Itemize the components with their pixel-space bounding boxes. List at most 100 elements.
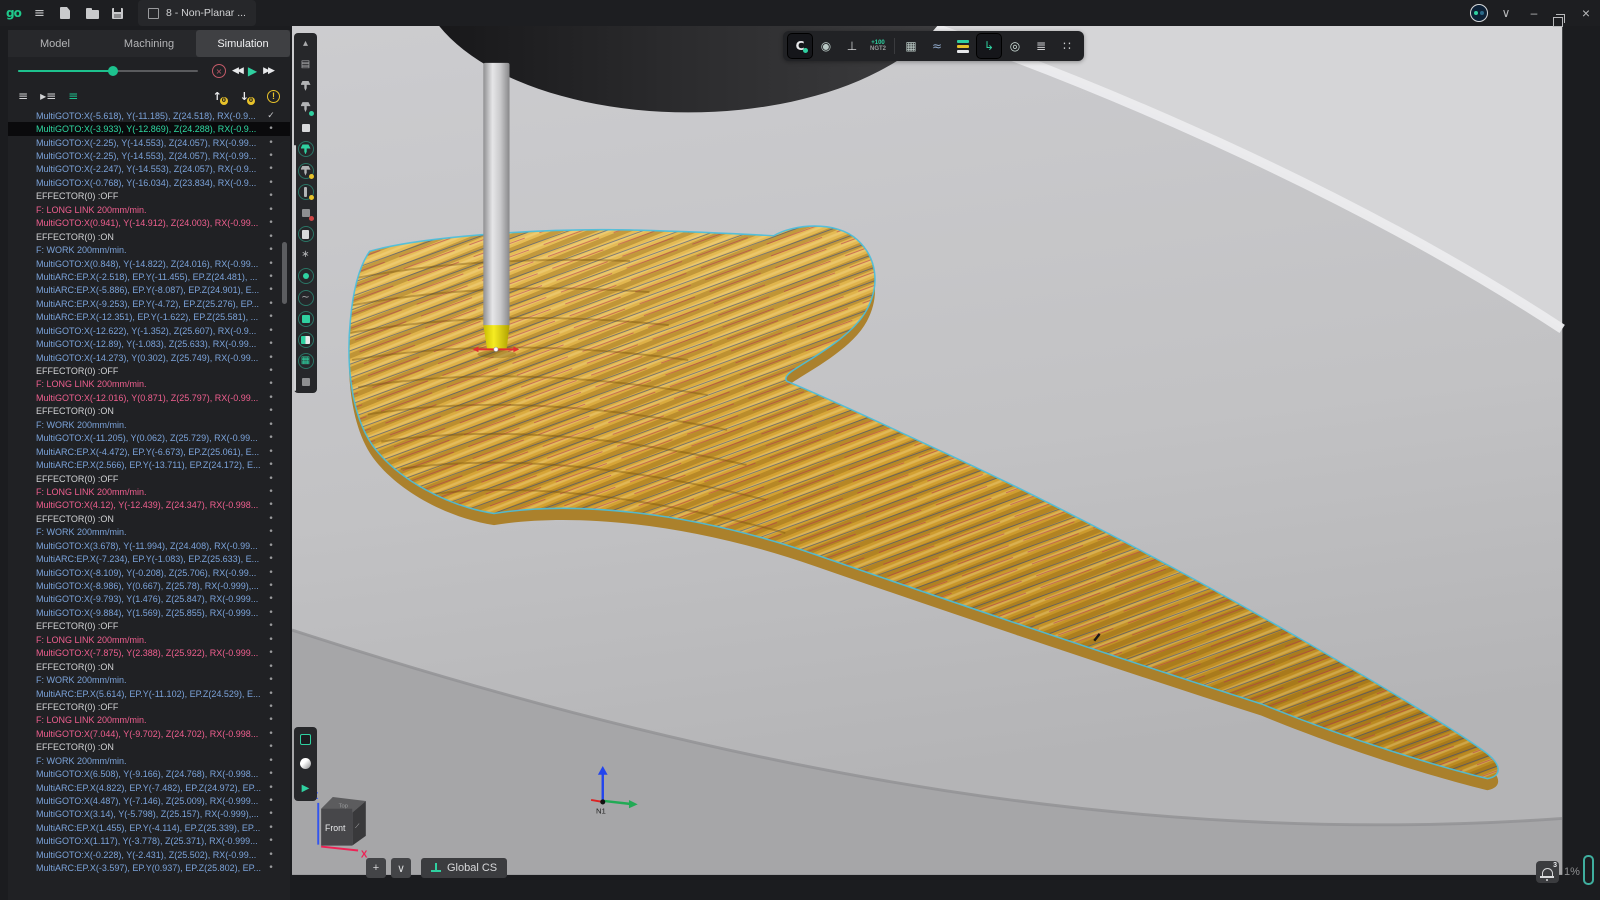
add-cs-button[interactable]: +	[366, 858, 386, 878]
command-row[interactable]: EFFECTOR(0) :OFF•	[8, 472, 290, 485]
command-row[interactable]: MultiARC:EP.X(-7.234), EP.Y(-1.083), EP.…	[8, 552, 290, 565]
command-row[interactable]: MultiGOTO:X(0.941), Y(-14.912), Z(24.003…	[8, 217, 290, 230]
command-row[interactable]: MultiGOTO:X(-8.986), Y(0.667), Z(25.78),…	[8, 579, 290, 592]
command-row[interactable]: F: WORK 200mm/min.•	[8, 754, 290, 767]
printer-icon[interactable]: ▤	[296, 55, 315, 74]
report-icon[interactable]: ▶	[296, 779, 315, 798]
command-row[interactable]: EFFECTOR(0) :OFF•	[8, 364, 290, 377]
command-row[interactable]: MultiGOTO:X(-5.618), Y(-11.185), Z(24.51…	[8, 109, 290, 122]
chevron-down-icon[interactable]: ∨	[1496, 0, 1516, 26]
command-row[interactable]: MultiGOTO:X(-7.875), Y(2.388), Z(25.922)…	[8, 647, 290, 660]
command-row[interactable]: MultiGOTO:X(-2.247), Y(-14.553), Z(24.05…	[8, 163, 290, 176]
command-row[interactable]: MultiARC:EP.X(-3.597), EP.Y(0.937), EP.Z…	[8, 862, 290, 875]
toolpath-link-icon[interactable]: ↳	[977, 34, 1001, 58]
minimize-button[interactable]: –	[1524, 0, 1544, 26]
command-row[interactable]: MultiGOTO:X(7.044), Y(-9.702), Z(24.702)…	[8, 727, 290, 740]
command-row[interactable]: MultiARC:EP.X(2.566), EP.Y(-13.711), EP.…	[8, 458, 290, 471]
command-row[interactable]: EFFECTOR(0) :ON•	[8, 512, 290, 525]
jump-prev-issue-icon[interactable]: ↑0	[213, 90, 222, 103]
tab-model[interactable]: Model	[8, 30, 102, 57]
viewport-3d[interactable]: N1 Z X Top Front ⟋	[292, 26, 1600, 900]
command-list-scrollbar[interactable]	[282, 242, 287, 304]
list-flat-icon[interactable]: ≡	[18, 89, 28, 103]
machine-panel-icon[interactable]: ▦	[899, 34, 923, 58]
command-row[interactable]: MultiARC:EP.X(-12.351), EP.Y(-1.622), EP…	[8, 311, 290, 324]
command-row[interactable]: F: WORK 200mm/min.•	[8, 673, 290, 686]
command-row[interactable]: MultiARC:EP.X(-9.253), EP.Y(-4.72), EP.Z…	[8, 297, 290, 310]
notifications-button[interactable]: 3	[1536, 861, 1559, 883]
cooling-icon[interactable]: ∗	[296, 246, 315, 265]
command-row[interactable]: MultiGOTO:X(4.12), Y(-12.439), Z(24.347)…	[8, 499, 290, 512]
command-row[interactable]: MultiGOTO:X(-2.25), Y(-14.553), Z(24.057…	[8, 136, 290, 149]
command-row[interactable]: MultiGOTO:X(-8.109), Y(-0.208), Z(25.706…	[8, 566, 290, 579]
grid-dots-icon[interactable]: ∷	[1055, 34, 1079, 58]
command-row[interactable]: MultiGOTO:X(-12.89), Y(-1.083), Z(25.633…	[8, 337, 290, 350]
play-button[interactable]: ▶	[248, 64, 257, 78]
command-row[interactable]: MultiGOTO:X(-3.933), Y(-12.869), Z(24.28…	[8, 122, 290, 135]
command-row[interactable]: F: WORK 200mm/min.•	[8, 243, 290, 256]
new-file-icon[interactable]	[60, 0, 70, 26]
material-layers-icon[interactable]	[951, 34, 975, 58]
command-row[interactable]: F: WORK 200mm/min.•	[8, 418, 290, 431]
waveform-check-icon[interactable]: ≈	[925, 34, 949, 58]
tool-warning-icon[interactable]	[296, 182, 315, 201]
command-row[interactable]: MultiGOTO:X(-0.228), Y(-2.431), Z(25.502…	[8, 848, 290, 861]
clipped-icon[interactable]	[296, 373, 315, 392]
command-row[interactable]: MultiGOTO:X(1.117), Y(-3.778), Z(25.371)…	[8, 835, 290, 848]
sheet-icon[interactable]	[296, 225, 315, 244]
command-row[interactable]: MultiARC:EP.X(-5.886), EP.Y(-8.087), EP.…	[8, 284, 290, 297]
measure-caliper-icon[interactable]: ⊥	[840, 34, 864, 58]
stop-simulation-button[interactable]: ×	[212, 64, 226, 78]
command-row[interactable]: F: LONG LINK 200mm/min.•	[8, 633, 290, 646]
panels-icon[interactable]	[296, 330, 315, 349]
cs-expand-button[interactable]: ∨	[391, 858, 411, 878]
active-extruder-icon[interactable]	[296, 140, 315, 159]
command-row[interactable]: MultiGOTO:X(-9.884), Y(1.569), Z(25.855)…	[8, 606, 290, 619]
command-row[interactable]: MultiARC:EP.X(-4.472), EP.Y(-6.673), EP.…	[8, 445, 290, 458]
global-cs-button[interactable]: Global CS	[421, 858, 507, 878]
rewind-button[interactable]: ◀◀	[232, 66, 242, 76]
collision-check-icon[interactable]: C	[788, 34, 812, 58]
command-row[interactable]: EFFECTOR(0) :ON•	[8, 741, 290, 754]
scroll-up-icon[interactable]: ▴	[296, 34, 315, 53]
wave-icon[interactable]: ∼	[296, 288, 315, 307]
close-button[interactable]: ×	[1576, 0, 1596, 26]
command-row[interactable]: MultiGOTO:X(-2.25), Y(-14.553), Z(24.057…	[8, 149, 290, 162]
list-current-icon[interactable]: ▸≡	[40, 89, 56, 103]
command-row[interactable]: F: WORK 200mm/min.•	[8, 526, 290, 539]
command-row[interactable]: MultiGOTO:X(3.14), Y(-5.798), Z(25.157),…	[8, 808, 290, 821]
command-row[interactable]: MultiGOTO:X(3.678), Y(-11.994), Z(24.408…	[8, 539, 290, 552]
save-file-icon[interactable]	[112, 0, 123, 26]
command-row[interactable]: MultiGOTO:X(4.487), Y(-7.146), Z(25.009)…	[8, 794, 290, 807]
sphere-view-icon[interactable]	[296, 754, 315, 773]
extruder-warning-icon[interactable]	[296, 161, 315, 180]
command-row[interactable]: F: LONG LINK 200mm/min.•	[8, 378, 290, 391]
command-row[interactable]: MultiGOTO:X(-9.793), Y(1.476), Z(25.847)…	[8, 593, 290, 606]
command-row[interactable]: MultiGOTO:X(-14.273), Y(0.302), Z(25.749…	[8, 351, 290, 364]
block-icon[interactable]	[296, 309, 315, 328]
fit-view-icon[interactable]	[296, 730, 315, 749]
command-row[interactable]: MultiGOTO:X(0.848), Y(-14.822), Z(24.016…	[8, 257, 290, 270]
extruder-icon[interactable]	[296, 76, 315, 95]
list-grouped-icon[interactable]: ≡	[68, 89, 78, 103]
tab-machining[interactable]: Machining	[102, 30, 196, 57]
machine-toolbar-scrollbar[interactable]	[294, 145, 296, 391]
command-row[interactable]: F: LONG LINK 200mm/min.•	[8, 714, 290, 727]
command-row[interactable]: MultiGOTO:X(-0.768), Y(-16.034), Z(23.83…	[8, 176, 290, 189]
feed-code-icon[interactable]: +100NGT2	[866, 34, 890, 58]
open-file-icon[interactable]	[86, 0, 99, 26]
jump-next-issue-icon[interactable]: ↓0	[240, 90, 249, 103]
avatar[interactable]	[1470, 4, 1488, 22]
command-row[interactable]: EFFECTOR(0) :ON•	[8, 230, 290, 243]
command-row[interactable]: MultiGOTO:X(-12.016), Y(0.871), Z(25.797…	[8, 391, 290, 404]
tab-simulation[interactable]: Simulation	[196, 30, 290, 57]
camera-icon[interactable]: ◉	[814, 34, 838, 58]
command-row[interactable]: EFFECTOR(0) :OFF•	[8, 700, 290, 713]
command-row[interactable]: MultiARC:EP.X(-2.518), EP.Y(-11.455), EP…	[8, 270, 290, 283]
grid-table-icon[interactable]: ▦	[296, 352, 315, 371]
command-row[interactable]: MultiGOTO:X(6.508), Y(-9.166), Z(24.768)…	[8, 767, 290, 780]
command-row[interactable]: EFFECTOR(0) :ON•	[8, 405, 290, 418]
display-sliders-icon[interactable]: ≣	[1029, 34, 1053, 58]
stop-icon[interactable]	[296, 119, 315, 138]
main-menu-icon[interactable]: ≡	[34, 0, 45, 26]
